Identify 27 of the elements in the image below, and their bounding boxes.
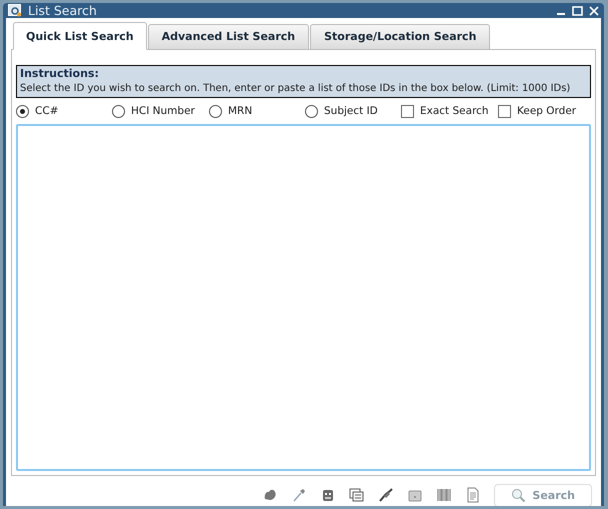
barcode-icon[interactable]: [436, 487, 452, 503]
radio-button[interactable]: [112, 104, 125, 118]
instructions-heading: Instructions:: [20, 67, 100, 80]
document-icon[interactable]: [465, 487, 482, 503]
id-list-field[interactable]: [16, 124, 591, 471]
tool-icon[interactable]: [378, 487, 394, 503]
radio-button[interactable]: [16, 104, 29, 118]
radio-button[interactable]: [209, 104, 222, 118]
option-label: Keep Order: [517, 105, 576, 117]
option-label: Subject ID: [324, 105, 378, 117]
option-label: Exact Search: [420, 105, 489, 117]
radio-button[interactable]: [305, 104, 318, 118]
tab[interactable]: Storage/Location Search: [310, 24, 490, 50]
pipette-icon[interactable]: [291, 487, 308, 503]
close-icon[interactable]: [589, 6, 599, 16]
checkbox[interactable]: [498, 104, 511, 118]
windows-icon[interactable]: [349, 487, 366, 503]
tab[interactable]: Quick List Search: [13, 22, 147, 50]
instructions-text: Select the ID you wish to search on. Then, enter or paste a list of those IDs in the box below. (Limit: 1000 IDs): [20, 83, 572, 94]
window-title: List Search: [28, 3, 98, 18]
tab[interactable]: Advanced List Search: [148, 24, 310, 50]
option-label: HCI Number: [131, 105, 195, 117]
checkbox[interactable]: [401, 104, 414, 118]
search-icon: [511, 488, 526, 502]
option-label: MRN: [228, 105, 252, 117]
maximize-icon[interactable]: [572, 6, 583, 16]
option-label: CC#: [35, 105, 58, 117]
